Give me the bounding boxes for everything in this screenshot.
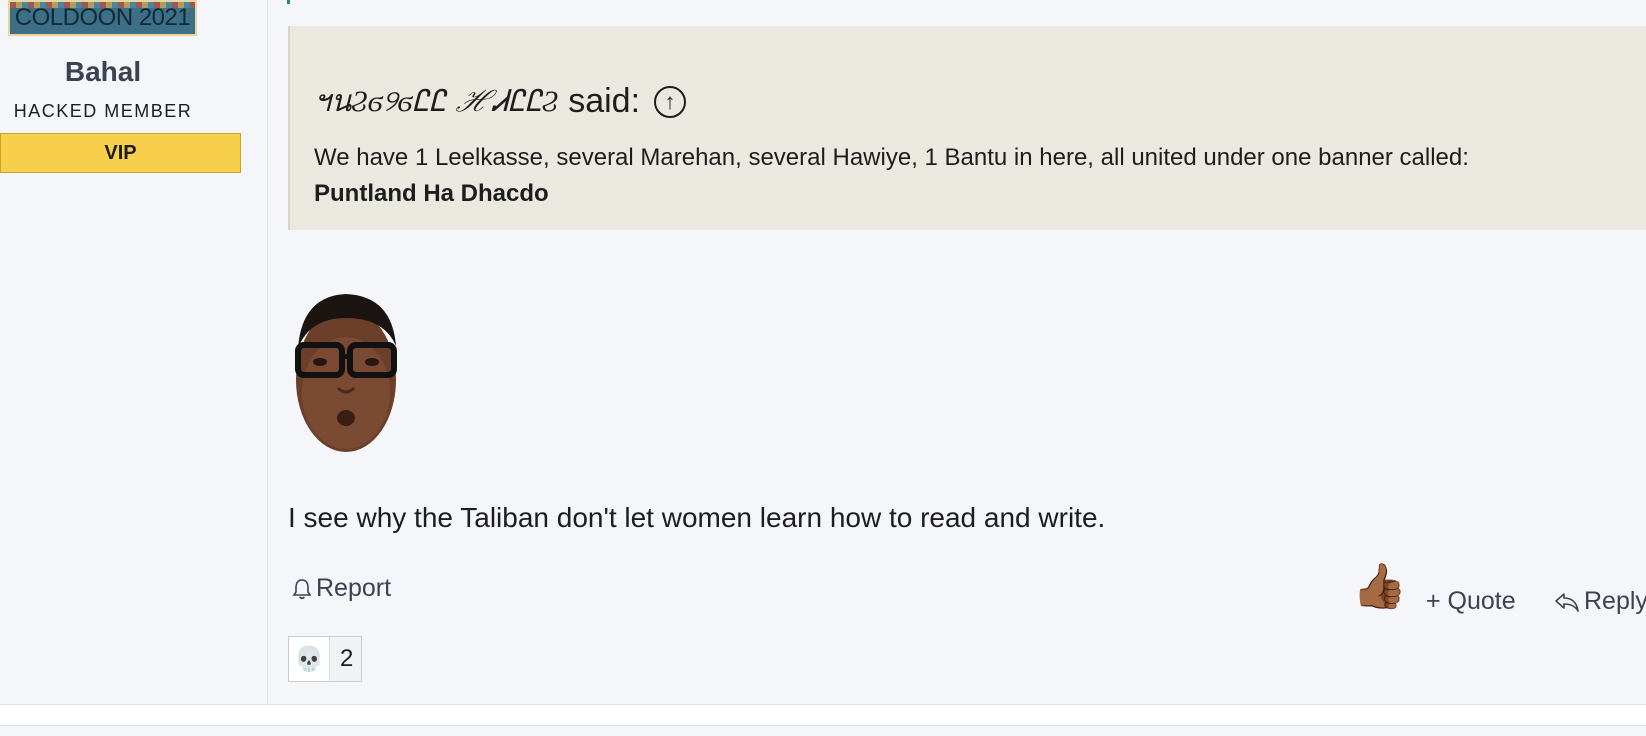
reply-label: Reply xyxy=(1584,587,1646,615)
reply-button[interactable]: Reply xyxy=(1554,587,1646,616)
banner-text: COLDOON 2021 xyxy=(14,4,191,31)
quote-text: We have 1 Leelkasse, several Marehan, se… xyxy=(314,144,1469,171)
report-label: Report xyxy=(316,574,392,602)
vip-badge: VIP xyxy=(0,133,241,173)
arrow-up-circle-icon[interactable]: ↑ xyxy=(654,85,687,118)
user-title: HACKED MEMBER xyxy=(13,101,193,121)
quote-block: ฯนϨϭ୨ϭᏝᏝ ℋᏗᏝᏝϨ said: ↑ We have 1 Leelkas… xyxy=(288,26,1646,230)
reaction-count: 2 xyxy=(340,645,354,672)
reply-arrow-icon xyxy=(1555,592,1579,612)
quote-button-label: + Quote xyxy=(1426,587,1516,615)
user-banner-image: COLDOON 2021 xyxy=(8,0,197,36)
post-author-sidebar: COLDOON 2021 Bahal HACKED MEMBER VIP xyxy=(0,0,268,704)
post-accent-mark xyxy=(287,0,290,4)
reaction-summary[interactable]: 💀 2 xyxy=(288,636,362,682)
thumbs-up-icon[interactable]: 👍🏾 xyxy=(1352,560,1407,614)
bell-icon xyxy=(292,578,312,599)
post-body-text: I see why the Taliban don't let women le… xyxy=(288,502,1106,533)
quote-header: ฯนϨϭ୨ϭᏝᏝ ℋᏗᏝᏝϨ said: ↑ xyxy=(314,78,687,125)
skull-icon: 💀 xyxy=(289,637,330,681)
face-image xyxy=(295,294,397,452)
quote-bold-text: Puntland Ha Dhacdo xyxy=(314,180,549,207)
quote-author[interactable]: ฯนϨϭ୨ϭᏝᏝ ℋᏗᏝᏝϨ xyxy=(314,78,558,125)
quote-body: We have 1 Leelkasse, several Marehan, se… xyxy=(314,140,1634,212)
quote-said-label: said: xyxy=(568,82,641,120)
quote-button[interactable]: + Quote xyxy=(1426,587,1516,616)
post-divider xyxy=(0,704,1646,726)
username-link[interactable]: Bahal xyxy=(0,56,206,88)
report-button[interactable]: Report xyxy=(292,574,391,603)
